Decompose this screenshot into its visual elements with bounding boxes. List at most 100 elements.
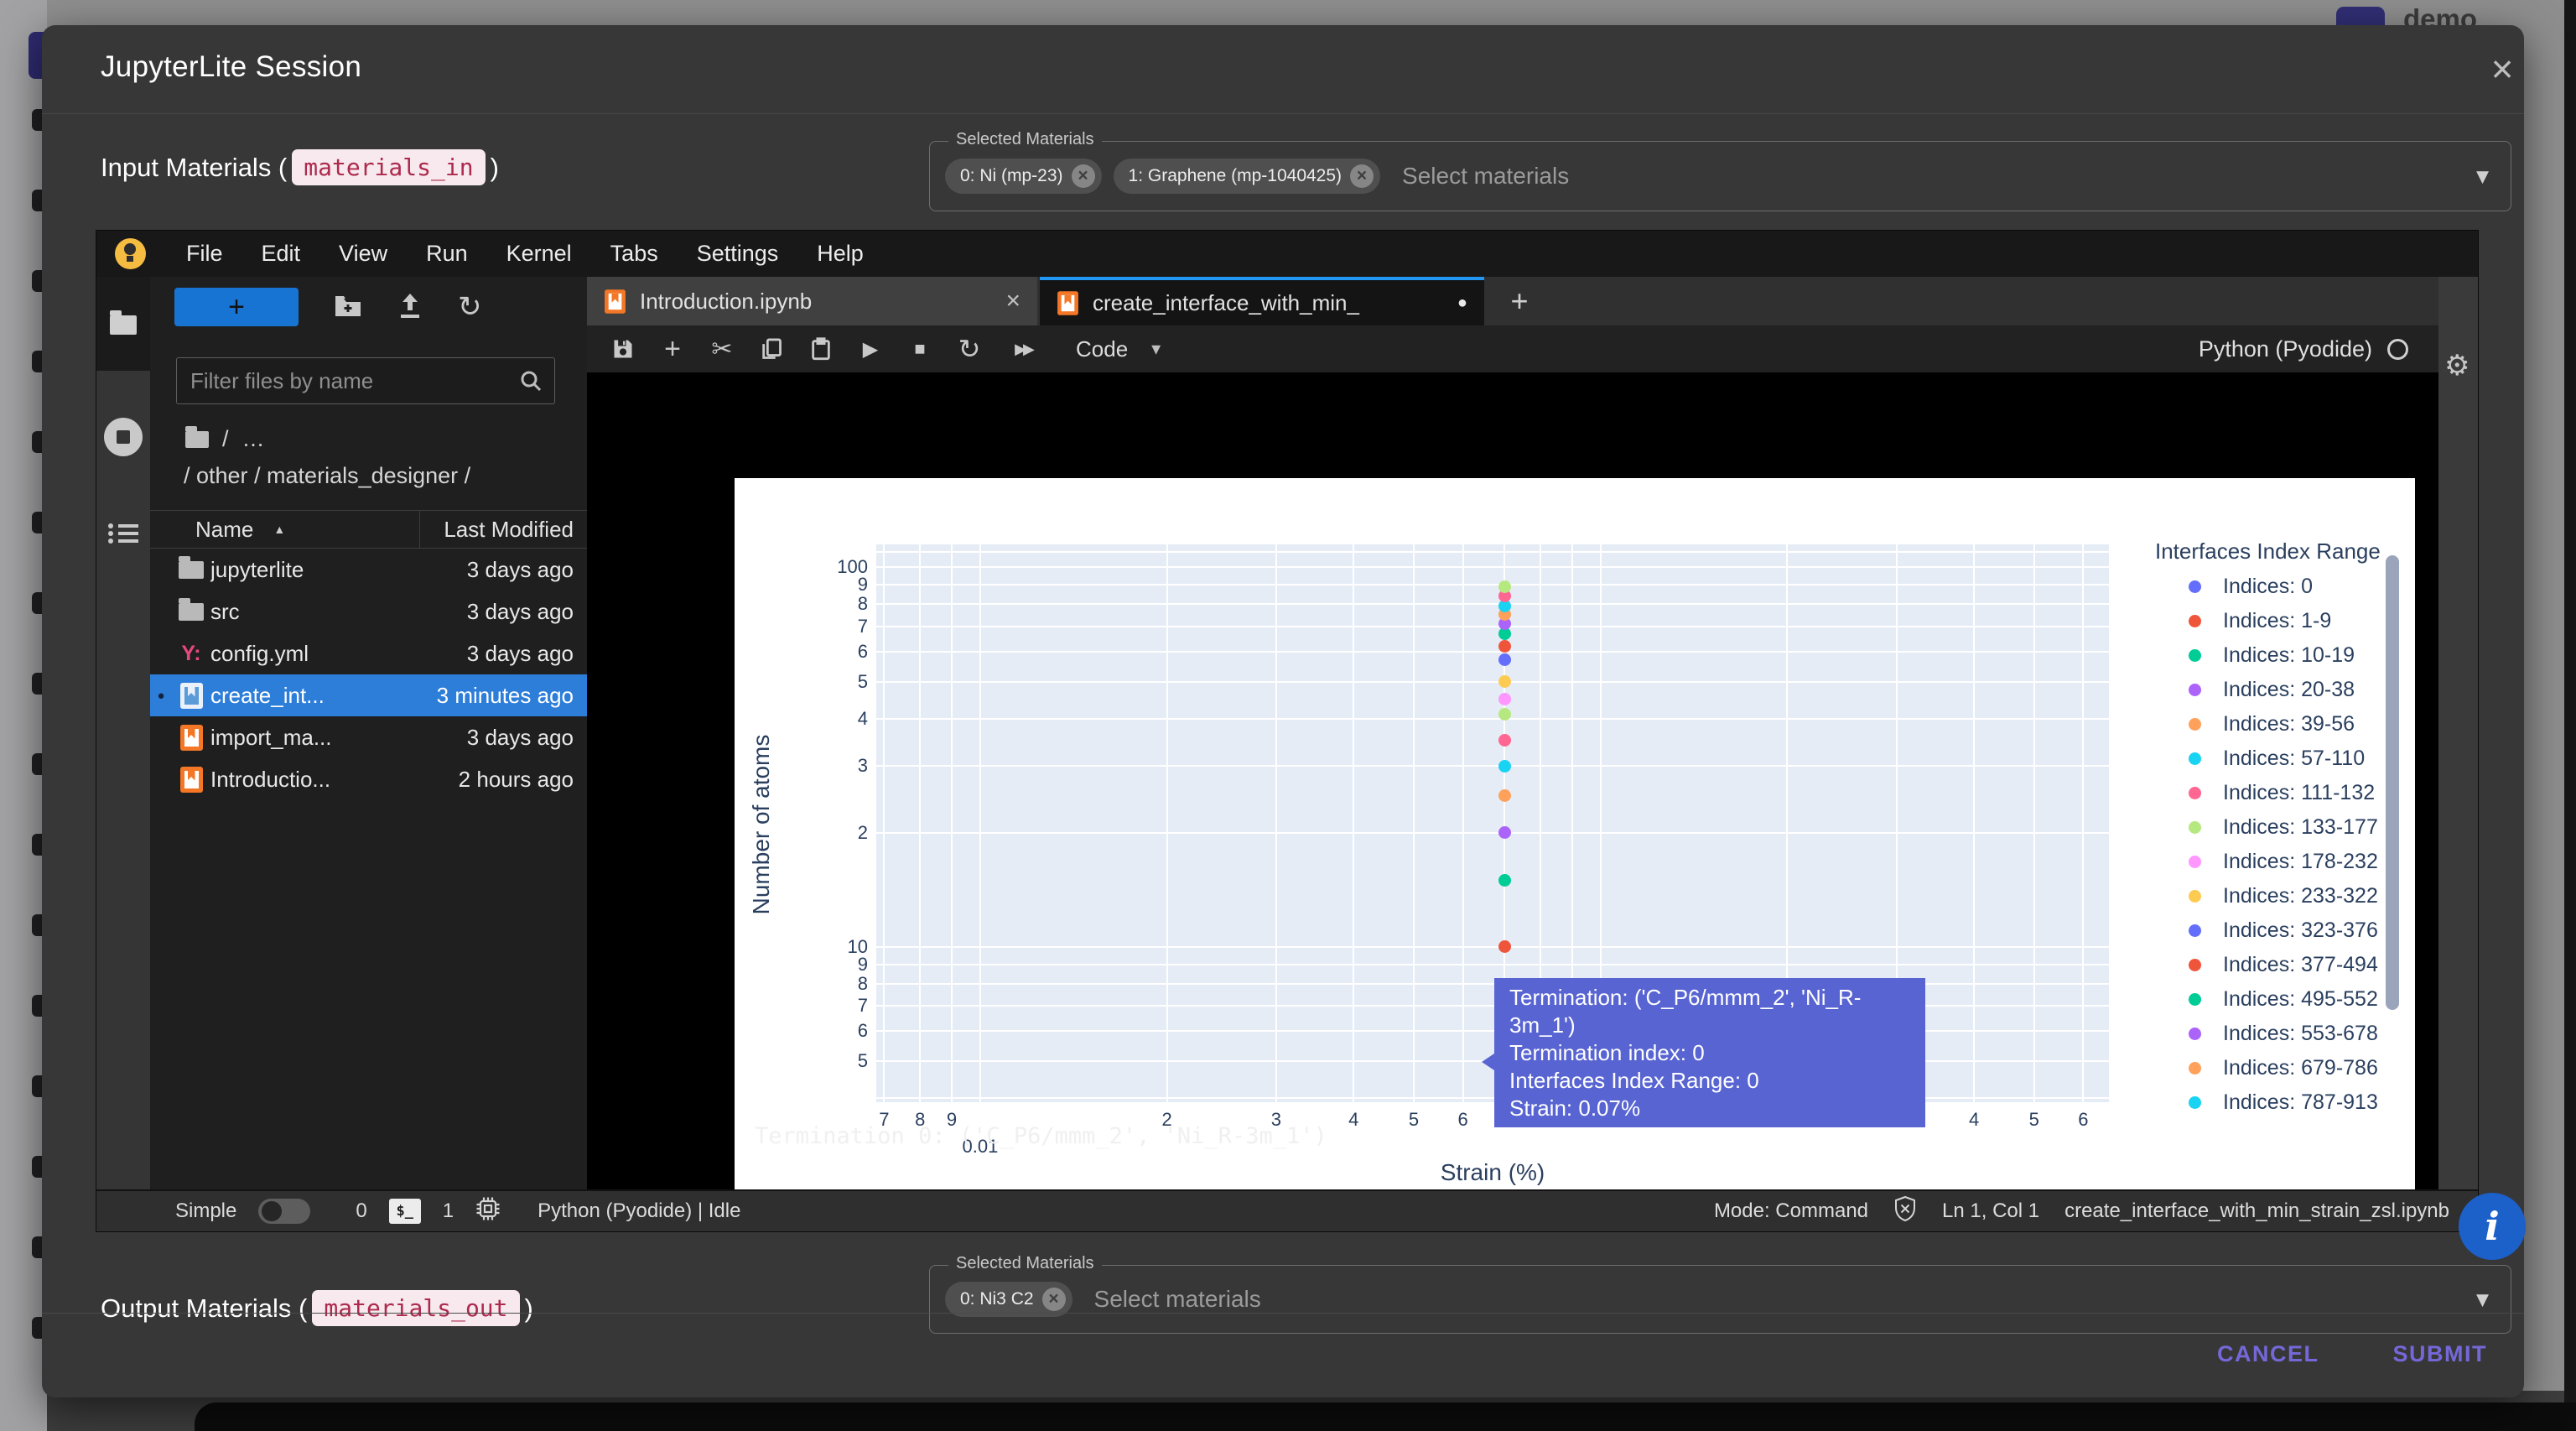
select-placeholder[interactable]: Select materials [1402,163,1569,190]
scatter-point[interactable] [1498,789,1511,802]
legend-item[interactable]: Indices: 377-494 [2189,949,2378,981]
copy-cells-icon[interactable] [757,335,786,363]
menu-settings[interactable]: Settings [678,241,798,267]
output-materials-select[interactable]: Selected Materials 0: Ni3 C2×Select mate… [929,1265,2511,1334]
kernel-status-text[interactable]: Python (Pyodide) | Idle [538,1199,740,1223]
scatter-point[interactable] [1498,653,1511,666]
legend-item[interactable]: Indices: 553-678 [2189,1017,2378,1049]
running-sessions-icon[interactable] [104,418,143,456]
legend-item[interactable]: Indices: 323-376 [2189,914,2378,946]
input-materials-select[interactable]: Selected Materials 0: Ni (mp-23)×1: Grap… [929,141,2511,211]
chip-delete-icon[interactable]: × [1072,164,1095,188]
menu-help[interactable]: Help [797,241,883,267]
scatter-point[interactable] [1498,580,1511,593]
cursor-position[interactable]: Ln 1, Col 1 [1942,1199,2039,1223]
cancel-button[interactable]: CANCEL [2197,1330,2340,1379]
input-material-chip[interactable]: 1: Graphene (mp-1040425)× [1114,159,1381,194]
plot-legend: Interfaces Index Range Indices: 0Indices… [2155,532,2412,1112]
menu-kernel[interactable]: Kernel [487,241,591,267]
info-button[interactable]: i [2459,1193,2526,1260]
menu-edit[interactable]: Edit [242,241,320,267]
close-icon[interactable]: × [2479,45,2526,92]
new-folder-icon[interactable] [334,293,362,322]
new-tab-button[interactable]: + [1499,282,1540,320]
legend-scrollbar[interactable] [2386,555,2399,1010]
kernel-name-button[interactable]: Python (Pyodide) [2199,336,2408,362]
legend-label: Indices: 133-177 [2223,815,2378,840]
menu-file[interactable]: File [167,241,242,267]
column-name[interactable]: Name ▲ [150,517,419,543]
file-modified: 3 days ago [419,599,587,625]
scatter-point[interactable] [1498,760,1511,773]
file-row[interactable]: Introductio...2 hours ago [150,758,587,800]
legend-item[interactable]: Indices: 1-9 [2189,605,2331,637]
legend-item[interactable]: Indices: 133-177 [2189,811,2378,843]
chevron-down-icon[interactable]: ▾ [2476,1285,2489,1314]
chip-delete-icon[interactable]: × [1042,1288,1066,1311]
legend-item[interactable]: Indices: 233-322 [2189,880,2378,912]
cut-cells-icon[interactable]: ✂ [708,335,736,363]
legend-item[interactable]: Indices: 787-913 [2189,1086,2378,1112]
file-row[interactable]: import_ma...3 days ago [150,716,587,758]
menu-tabs[interactable]: Tabs [591,241,678,267]
file-filter-input[interactable] [189,367,519,395]
legend-item[interactable]: Indices: 111-132 [2189,777,2375,809]
jupyterlite-logo-icon[interactable] [115,238,146,269]
input-material-chip[interactable]: 0: Ni (mp-23)× [945,159,1102,194]
legend-item[interactable]: Indices: 10-19 [2189,639,2355,671]
file-row[interactable]: src3 days ago [150,591,587,632]
restart-run-all-icon[interactable]: ▶▶ [1005,335,1041,363]
legend-item[interactable]: Indices: 20-38 [2189,674,2355,705]
breadcrumb-ellipsis-icon[interactable]: … [242,426,265,452]
paste-cells-icon[interactable] [807,335,835,363]
scatter-point[interactable] [1498,640,1511,653]
save-icon[interactable] [609,335,637,363]
legend-item[interactable]: Indices: 178-232 [2189,846,2378,877]
scatter-point[interactable] [1498,708,1511,721]
filebrowser-tab-active[interactable] [96,277,150,371]
file-row[interactable]: Y:config.yml3 days ago [150,632,587,674]
legend-item[interactable]: Indices: 495-552 [2189,983,2378,1015]
breadcrumb-root[interactable]: / [222,426,229,452]
cell-type-dropdown[interactable]: Code ▾ [1076,336,1161,362]
gear-icon[interactable]: ⚙ [2444,349,2470,382]
tab-close-icon[interactable]: × [1005,287,1021,315]
table-of-contents-icon[interactable] [108,522,138,545]
refresh-icon[interactable]: ↻ [458,290,482,324]
scatter-point[interactable] [1498,940,1511,953]
legend-item[interactable]: Indices: 39-56 [2189,708,2355,740]
legend-item[interactable]: Indices: 57-110 [2189,742,2365,774]
file-row[interactable]: jupyterlite3 days ago [150,549,587,591]
insert-cell-icon[interactable]: + [658,335,687,363]
new-launcher-button[interactable]: + [174,288,299,326]
breadcrumb-path[interactable]: / other / materials_designer / [184,463,470,489]
breadcrumb[interactable]: / … [185,426,265,452]
simple-mode-label: Simple [175,1199,236,1223]
submit-button[interactable]: SUBMIT [2373,1330,2508,1379]
restart-kernel-icon[interactable]: ↻ [955,335,984,363]
legend-item[interactable]: Indices: 679-786 [2189,1052,2378,1084]
upload-icon[interactable] [397,292,423,323]
chevron-down-icon[interactable]: ▾ [2476,162,2489,191]
output-material-chip[interactable]: 0: Ni3 C2× [945,1282,1072,1317]
simple-mode-toggle[interactable] [258,1199,310,1224]
legend-item[interactable]: Indices: 0 [2189,570,2313,602]
scatter-point[interactable] [1498,874,1511,887]
scatter-point[interactable] [1498,675,1511,688]
tab-create-interface-active[interactable]: create_interface_with_min_ ● [1040,277,1484,325]
menu-run[interactable]: Run [407,241,487,267]
file-filter-box[interactable] [176,357,555,404]
folder-tab-icon[interactable] [110,315,137,335]
chip-delete-icon[interactable]: × [1350,164,1374,188]
tab-introduction-ipynb[interactable]: Introduction.ipynb × [587,277,1037,325]
scatter-point[interactable] [1498,826,1511,839]
run-cell-icon[interactable]: ▶ [856,335,885,363]
menu-view[interactable]: View [319,241,407,267]
scatter-point[interactable] [1498,693,1511,705]
scatter-point[interactable] [1498,734,1511,747]
select-placeholder[interactable]: Select materials [1094,1286,1261,1313]
file-row[interactable]: ●create_int...3 minutes ago [150,674,587,716]
stop-kernel-icon[interactable]: ■ [906,335,934,363]
breadcrumb-home-icon[interactable] [185,431,209,448]
column-last-modified[interactable]: Last Modified [419,511,587,548]
